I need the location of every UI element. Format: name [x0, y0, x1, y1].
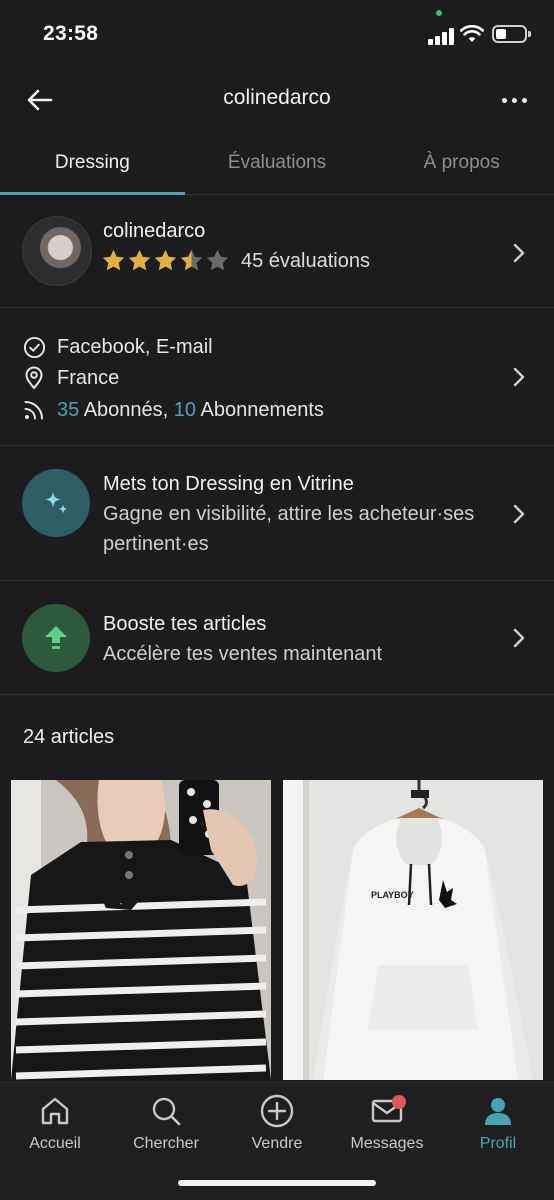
profile-screen: 23:58 colinedarco Dressing Évaluations À… [0, 0, 554, 1200]
product-card-white-hoodie[interactable]: PLAYBOY [283, 780, 543, 1080]
ratings-count: 45 évaluations [241, 250, 370, 272]
mail-icon [337, 1093, 437, 1129]
tab-bar-label: Messages [350, 1135, 424, 1152]
home-indicator[interactable] [178, 1180, 376, 1186]
wifi-icon [460, 25, 484, 42]
star-icon [102, 249, 125, 271]
star-half-icon [180, 249, 203, 271]
following-count-link[interactable]: 10 [174, 399, 196, 422]
chevron-right-icon [513, 504, 525, 524]
followers-line: 35 Abonnés, 10 Abonnements [22, 396, 324, 424]
verified-line: Facebook, E-mail [22, 333, 213, 361]
location-line: France [22, 364, 119, 392]
chevron-right-icon [513, 367, 525, 387]
search-icon [116, 1093, 216, 1129]
tab-bar-profil[interactable]: Profil [448, 1093, 548, 1153]
tab-bar-accueil[interactable]: Accueil [5, 1093, 105, 1153]
battery-icon [492, 25, 531, 43]
star-icon [154, 249, 177, 271]
striped-sweater-photo [11, 780, 271, 1080]
following-label: Abonnements [196, 398, 324, 421]
vitrine-subtitle: Gagne en visibilité, attire les acheteur… [103, 503, 475, 555]
rss-icon [22, 398, 46, 422]
check-circle-icon [22, 335, 46, 359]
profile-tabs: Dressing Évaluations À propos [0, 140, 554, 195]
tab-bar-vendre[interactable]: Vendre [227, 1093, 327, 1153]
status-bar: 23:58 [0, 0, 554, 70]
svg-text:PLAYBOY: PLAYBOY [371, 890, 414, 900]
notification-badge [392, 1095, 406, 1109]
boost-promo-row[interactable]: Booste tes articles Accélère tes ventes … [0, 581, 554, 695]
boost-title: Booste tes articles [103, 613, 267, 635]
vitrine-promo-row[interactable]: Mets ton Dressing en Vitrine Gagne en vi… [0, 446, 554, 581]
profile-username: colinedarco [103, 220, 206, 242]
privacy-indicator-dot [436, 10, 442, 16]
tab-evaluations[interactable]: Évaluations [185, 140, 370, 194]
tab-dressing[interactable]: Dressing [0, 140, 185, 195]
tab-bar-label: Profil [479, 1135, 517, 1152]
nav-header: colinedarco [0, 70, 554, 130]
dot-icon [511, 97, 517, 103]
tab-bar-chercher[interactable]: Chercher [116, 1093, 216, 1153]
sparkle-icon [22, 469, 90, 537]
star-empty-icon [206, 249, 229, 271]
rating-stars [101, 248, 230, 273]
location-text: France [57, 366, 120, 389]
star-icon [128, 249, 151, 271]
followers-count-link[interactable]: 35 [57, 399, 79, 422]
chevron-right-icon [513, 243, 525, 263]
verified-accounts: Facebook, E-mail [57, 335, 213, 358]
tab-bar-label: Accueil [29, 1135, 81, 1152]
tab-bar-label: Chercher [133, 1135, 199, 1152]
boost-subtitle: Accélère tes ventes maintenant [103, 643, 383, 665]
location-pin-icon [22, 366, 46, 390]
dot-icon [521, 97, 527, 103]
tab-bar-label: Vendre [251, 1135, 303, 1152]
home-icon [5, 1093, 105, 1129]
cellular-signal-icon [428, 27, 454, 45]
dot-icon [501, 97, 507, 103]
white-hoodie-photo: PLAYBOY [283, 780, 543, 1080]
user-icon [448, 1093, 548, 1129]
page-title: colinedarco [223, 86, 331, 109]
avatar [22, 216, 92, 286]
tab-bar-messages[interactable]: Messages [337, 1093, 437, 1153]
boost-arrow-icon [22, 604, 90, 672]
vitrine-title: Mets ton Dressing en Vitrine [103, 473, 354, 495]
product-card-striped-sweater[interactable] [11, 780, 271, 1080]
chevron-right-icon [513, 628, 525, 648]
plus-circle-icon [227, 1093, 327, 1129]
profile-info-row[interactable]: Facebook, E-mail France 35 Abonnés, 10 A… [0, 308, 554, 446]
followers-label: Abonnés, [79, 398, 174, 421]
articles-count: 24 articles [23, 726, 115, 748]
more-options-button[interactable] [494, 82, 534, 118]
profile-summary-row[interactable]: colinedarco 45 évaluations [0, 196, 554, 308]
tab-a-propos[interactable]: À propos [369, 140, 554, 194]
status-time: 23:58 [43, 22, 99, 45]
